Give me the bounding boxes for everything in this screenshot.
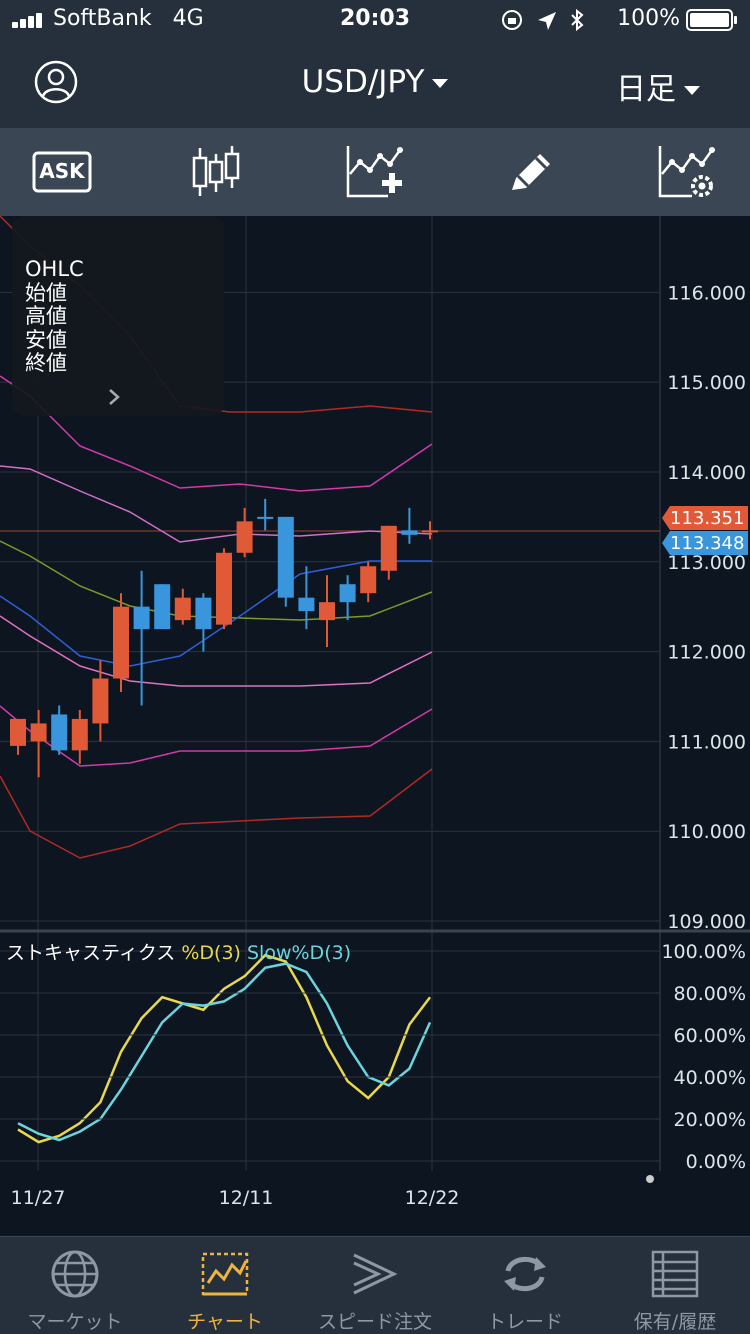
candle-body (277, 516, 294, 598)
tab-speed-order[interactable]: スピード注文 (300, 1237, 450, 1334)
price-tick-label: 115.000 (667, 372, 746, 394)
stoch-tick-label: 40.00% (674, 1067, 746, 1089)
trade-refresh-icon (504, 1256, 546, 1292)
chart-icon (201, 1252, 249, 1296)
candle-body (71, 718, 88, 751)
price-tick-label: 112.000 (667, 642, 746, 664)
speed-arrow-icon (353, 1253, 398, 1295)
ask-price-value: 113.348 (670, 533, 745, 554)
candle-body (113, 606, 129, 679)
tab-history[interactable]: 保有/履歴 (600, 1237, 750, 1334)
candle-body (92, 678, 109, 724)
candle-body (174, 597, 191, 621)
stochastic-slow-label: Slow%D(3) (247, 942, 352, 964)
bid-price-value: 113.351 (670, 508, 745, 529)
tab-speed-order-label: スピード注文 (317, 1311, 432, 1333)
globe-icon (51, 1250, 99, 1298)
ask-button[interactable]: ASK (32, 142, 92, 202)
indicator-settings-icon[interactable] (656, 142, 716, 202)
chart-toolbar: ASK (0, 128, 750, 216)
stoch-tick-label: 20.00% (674, 1109, 746, 1131)
candle-body (360, 566, 377, 594)
candle-body (257, 516, 274, 519)
candle-body (298, 597, 315, 612)
stoch-tick-label: 60.00% (674, 1025, 746, 1047)
tab-bar: マーケット チャート スピード注文 トレード 保有/履歴 (0, 1236, 750, 1334)
tab-market-label: マーケット (27, 1311, 123, 1333)
add-indicator-icon[interactable] (344, 142, 404, 202)
tab-chart[interactable]: チャート (150, 1237, 300, 1334)
tab-trade[interactable]: トレード (450, 1237, 600, 1334)
chevron-down-icon (684, 86, 700, 95)
stoch-tick-label: 80.00% (674, 983, 746, 1005)
tab-market[interactable]: マーケット (0, 1237, 150, 1334)
date-tick-label: 11/27 (11, 1187, 66, 1209)
tab-chart-label: チャート (187, 1311, 263, 1333)
candle-body (216, 552, 232, 625)
stoch-tick-label: 100.00% (661, 941, 746, 963)
candle-body (236, 521, 253, 553)
candle-body (339, 584, 356, 603)
draw-pencil-icon[interactable] (500, 142, 560, 202)
nav-header: USD/JPY 日足 (0, 40, 750, 128)
bluetooth-icon (571, 8, 584, 32)
candlestick-icon[interactable] (186, 142, 246, 202)
chevron-right-icon[interactable] (106, 386, 122, 408)
candle-body (154, 584, 171, 630)
battery-percentage: 100% (617, 6, 680, 31)
ohlc-title: OHLC (25, 257, 84, 281)
ohlc-close: 終値 (25, 351, 67, 375)
status-icons (502, 8, 584, 32)
candle-body (401, 530, 418, 535)
price-tick-label: 111.000 (667, 731, 746, 753)
list-icon (651, 1250, 699, 1298)
battery-icon (686, 9, 737, 31)
price-tick-label: 113.000 (667, 552, 746, 574)
location-icon (538, 12, 556, 30)
page-indicator-dot (646, 1175, 654, 1183)
stochastic-title: ストキャスティクス (6, 942, 176, 964)
ohlc-panel[interactable]: OHLC 始値 高値 安値 終値 (12, 216, 224, 416)
date-tick-label: 12/11 (219, 1187, 274, 1209)
status-bar: SoftBank 4G 20:03 100% (0, 0, 750, 40)
candle-body (380, 525, 397, 571)
chevron-down-icon (432, 79, 449, 88)
stochastic-header: ストキャスティクス %D(3) Slow%D(3) (6, 938, 351, 965)
price-tick-label: 114.000 (667, 462, 746, 484)
price-tick-label: 116.000 (667, 282, 746, 304)
ohlc-open: 始値 (25, 280, 67, 305)
candle-body (10, 718, 26, 746)
price-tick-label: 110.000 (667, 821, 746, 843)
period-selector[interactable]: 日足 (616, 64, 700, 108)
date-tick-label: 12/22 (405, 1187, 460, 1209)
ohlc-high: 高値 (25, 304, 67, 328)
stochastic-d-label: %D(3) (181, 942, 241, 964)
candle-body (195, 597, 212, 630)
tab-history-label: 保有/履歴 (633, 1311, 717, 1333)
ohlc-low: 安値 (25, 327, 67, 352)
ask-label: ASK (39, 159, 85, 183)
candle-body (133, 606, 150, 630)
candle-body (51, 714, 68, 751)
ohlc-lines: OHLC 始値 高値 安値 終値 (25, 257, 84, 376)
candle-body (422, 530, 438, 533)
stoch-tick-label: 0.00% (686, 1151, 746, 1173)
candle-body (30, 723, 47, 742)
candle-body (319, 602, 335, 621)
tab-trade-label: トレード (486, 1311, 563, 1333)
